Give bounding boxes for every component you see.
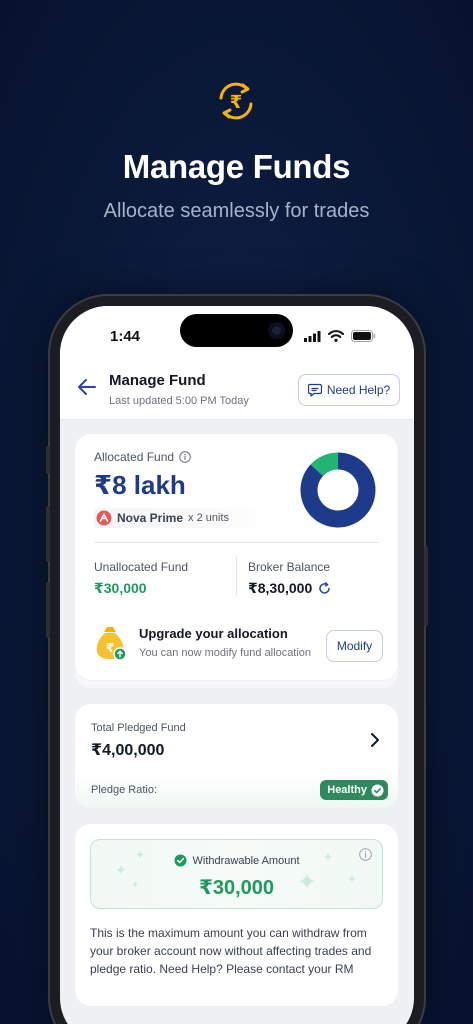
unallocated-fund-value: ₹30,000 [94, 580, 147, 596]
battery-icon [351, 330, 376, 342]
need-help-button[interactable]: Need Help? [298, 374, 400, 406]
status-badge: Healthy [320, 780, 388, 800]
pledge-ratio-label: Pledge Ratio: [91, 784, 158, 796]
plan-logo-icon [96, 510, 112, 526]
divider [236, 557, 237, 595]
broker-balance-label: Broker Balance [248, 560, 331, 574]
page-title: Manage Fund [109, 372, 206, 389]
signal-icon [304, 330, 321, 342]
rupee-exchange-icon: ₹ [213, 78, 259, 124]
volume-up-button [46, 506, 50, 562]
need-help-label: Need Help? [326, 383, 391, 397]
pledged-fund-label: Total Pledged Fund [91, 722, 186, 734]
wifi-icon [328, 330, 344, 342]
plan-name: Nova Prime [117, 511, 184, 525]
upgrade-title: Upgrade your allocation [139, 626, 288, 641]
withdrawable-box: ✦ ✦ ✦ ✦ ✦ ✦ Withdrawable Amount ₹30,000 [90, 839, 383, 909]
status-bar: 1:44 [60, 306, 414, 362]
back-arrow-icon[interactable] [76, 376, 98, 398]
info-icon[interactable] [179, 451, 191, 463]
svg-text:₹: ₹ [230, 92, 243, 113]
mute-button [46, 446, 50, 474]
broker-balance-value: ₹8,30,000 [248, 580, 313, 596]
hero-subtitle: Allocate seamlessly for trades [103, 200, 370, 222]
status-time: 1:44 [110, 328, 141, 345]
chevron-right-icon[interactable] [368, 732, 382, 748]
pledged-fund-value: ₹4,00,000 [91, 742, 165, 759]
money-bag-icon: ₹ [96, 627, 127, 661]
upgrade-subtitle: You can now modify fund allocation [139, 647, 312, 659]
allocated-fund-label-row: Allocated Fund [94, 450, 191, 464]
pledge-ratio-row: Pledge Ratio: Healthy [75, 772, 398, 808]
refresh-icon[interactable] [318, 582, 331, 595]
withdrawable-label-row: Withdrawable Amount [91, 854, 382, 867]
phone-frame: 1:44 Manage Fund Last updated 5:00 PM To… [46, 296, 428, 1024]
unallocated-fund-label: Unallocated Fund [94, 560, 189, 574]
allocation-donut-chart [300, 452, 376, 528]
withdrawable-value: ₹30,000 [198, 877, 275, 899]
power-button [424, 546, 428, 626]
check-circle-icon [371, 784, 384, 796]
phone-screen: 1:44 Manage Fund Last updated 5:00 PM To… [60, 306, 414, 1024]
volume-down-button [46, 582, 50, 638]
chat-bubble-icon [307, 383, 322, 397]
svg-text:₹: ₹ [106, 641, 114, 655]
modify-button[interactable]: Modify [326, 630, 383, 662]
last-updated-text: Last updated 5:00 PM Today [109, 395, 249, 407]
divider [94, 542, 379, 543]
info-icon[interactable] [359, 848, 372, 861]
camera-icon [268, 322, 285, 339]
withdrawable-card: ✦ ✦ ✦ ✦ ✦ ✦ Withdrawable Amount ₹30,000 … [75, 824, 398, 1006]
check-circle-icon [174, 854, 186, 867]
dynamic-island [180, 314, 293, 347]
hero-title: Manage Funds [122, 148, 351, 185]
allocated-fund-label: Allocated Fund [94, 450, 175, 464]
app-header: Manage Fund Last updated 5:00 PM Today N… [60, 362, 414, 420]
withdrawable-description: This is the maximum amount you can withd… [90, 926, 372, 976]
allocated-fund-value: ₹8 lakh [94, 470, 186, 500]
status-badge-label: Healthy [327, 784, 367, 796]
plan-chip: Nova Prime x 2 units [94, 508, 269, 528]
pledged-fund-card[interactable]: Total Pledged Fund ₹4,00,000 Pledge Rati… [75, 704, 398, 808]
status-icons [304, 330, 376, 342]
plan-units: x 2 units [188, 512, 229, 524]
broker-balance-row: ₹8,30,000 [248, 580, 331, 597]
donut-slice-unallocated [310, 452, 339, 477]
withdrawable-label: Withdrawable Amount [192, 854, 300, 867]
